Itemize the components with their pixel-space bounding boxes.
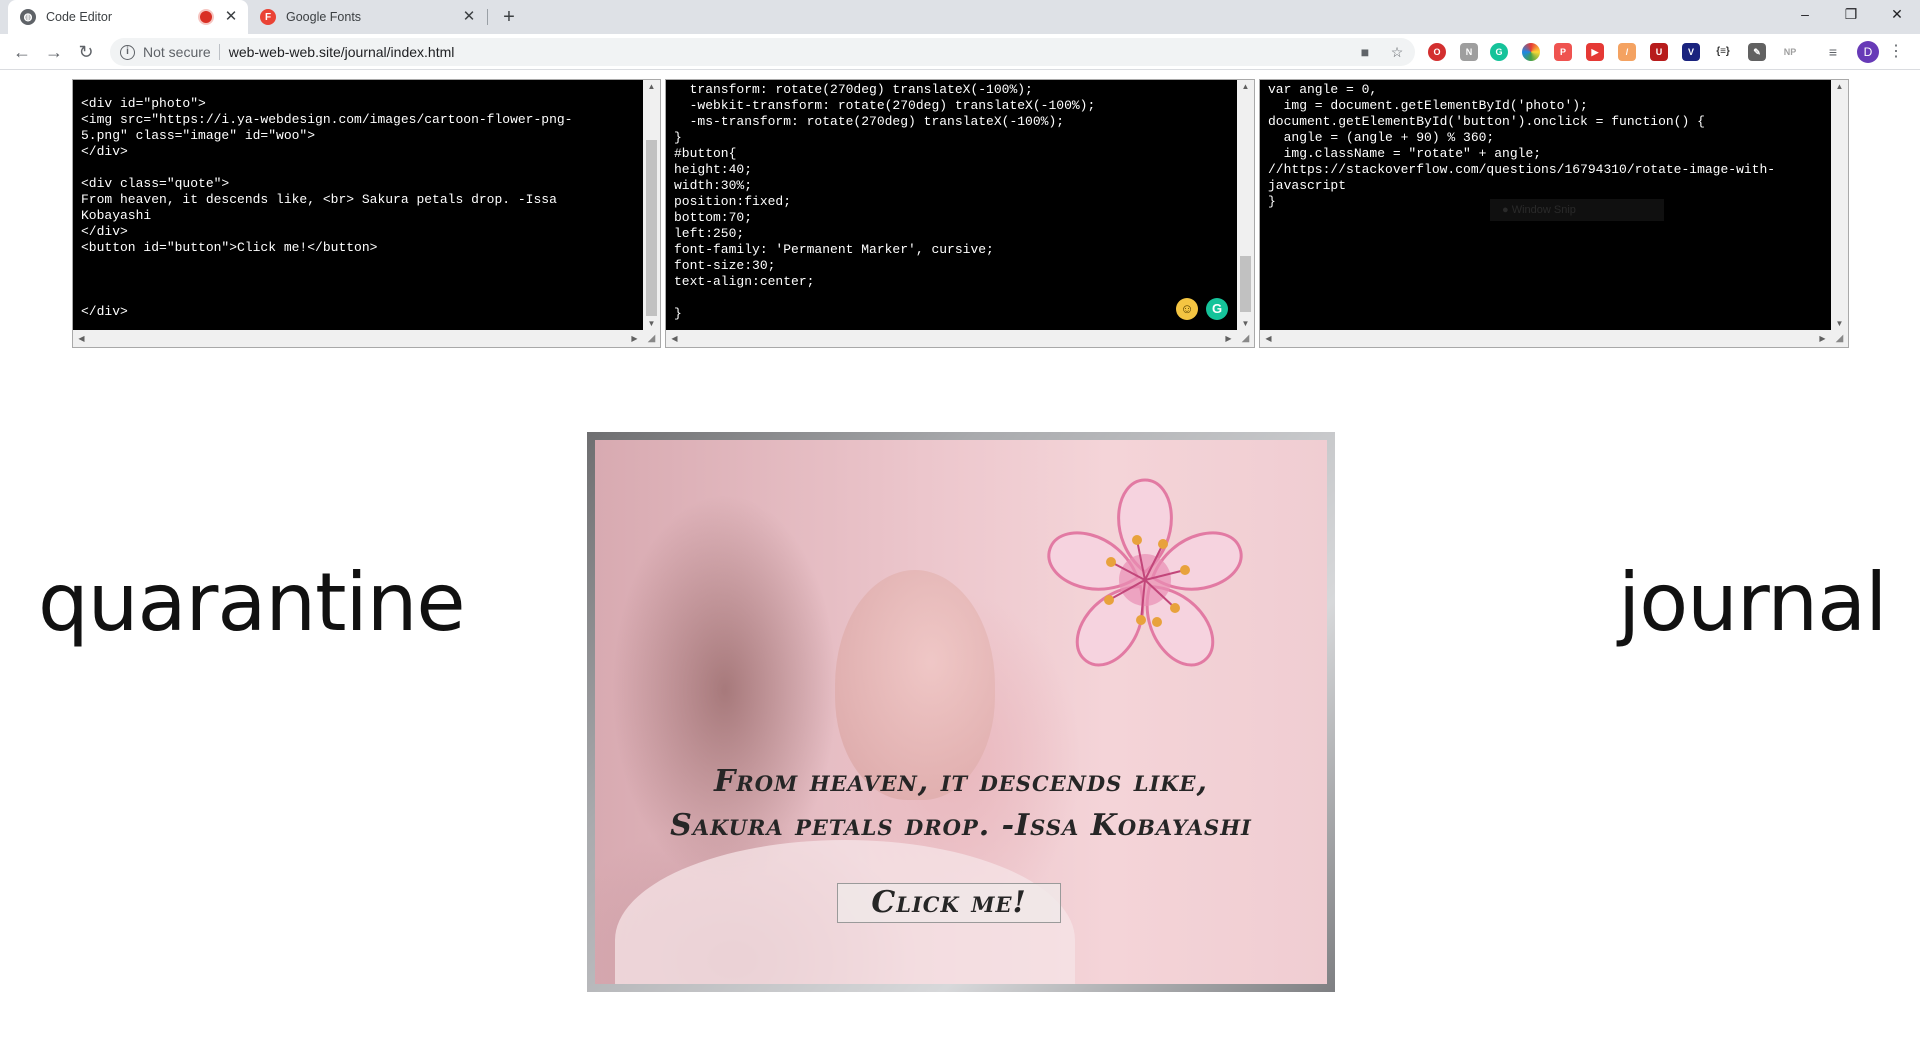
sakura-flower-icon	[1047, 478, 1243, 667]
horizontal-scrollbar[interactable]: ◀ ▶	[1260, 330, 1831, 347]
resize-grip-icon[interactable]: ◢	[1237, 330, 1254, 347]
youtube-icon[interactable]: ▶	[1586, 43, 1604, 61]
vertical-scrollbar[interactable]: ▲ ▼	[1831, 80, 1848, 330]
window-snip-label: Window Snip	[1511, 204, 1576, 216]
back-button[interactable]: ←	[8, 38, 36, 66]
scroll-right-icon[interactable]: ▶	[626, 334, 643, 343]
quote-line-1: From heaven, it descends like,	[713, 764, 1209, 799]
omnibox-divider	[218, 44, 220, 60]
close-tab-icon[interactable]: ✕	[222, 8, 240, 26]
reading-list-icon[interactable]: ≡	[1824, 43, 1842, 61]
right-heading: journal	[1618, 556, 1887, 649]
menu-icon[interactable]: ⋮	[1888, 40, 1904, 64]
scroll-thumb[interactable]	[1240, 256, 1251, 312]
recording-icon	[200, 11, 212, 23]
camera-icon[interactable]: ■	[1353, 42, 1377, 62]
url-text[interactable]: web-web-web.site/journal/index.html	[229, 44, 455, 60]
css-code-textarea[interactable]: transform: rotate(270deg) translateX(-10…	[666, 80, 1237, 330]
tab-title: Google Fonts	[286, 10, 362, 24]
tab-title: Code Editor	[46, 10, 113, 24]
window-snip-tooltip: ● Window Snip	[1490, 199, 1664, 221]
dropper-icon[interactable]: ✎	[1748, 43, 1766, 61]
html-editor-pane[interactable]: <div id="photo"> <img src="https://i.ya-…	[72, 79, 661, 348]
globe-icon: ◍	[20, 9, 36, 25]
ublock-icon[interactable]: U	[1650, 43, 1668, 61]
tab-strip: ◍ Code Editor ✕ F Google Fonts ✕ + – ❐ ✕	[0, 0, 1920, 34]
tab-google-fonts[interactable]: F Google Fonts ✕	[250, 0, 486, 34]
resize-grip-icon[interactable]: ◢	[643, 330, 660, 347]
google-fonts-favicon-icon: F	[260, 9, 276, 25]
scroll-up-icon[interactable]: ▲	[1237, 82, 1254, 91]
scroll-down-icon[interactable]: ▼	[1237, 319, 1254, 328]
reload-button[interactable]: ↻	[72, 38, 100, 66]
new-tab-button[interactable]: +	[497, 5, 521, 29]
grammarly-icon[interactable]: G	[1490, 43, 1508, 61]
scroll-left-icon[interactable]: ◀	[1260, 334, 1277, 343]
vertical-scrollbar[interactable]: ▲ ▼	[643, 80, 660, 330]
bookmark-star-icon[interactable]: ☆	[1385, 42, 1409, 62]
restore-button[interactable]: ❐	[1828, 0, 1874, 30]
html-code-textarea[interactable]: <div id="photo"> <img src="https://i.ya-…	[73, 80, 643, 330]
quote-text: From heaven, it descends like, Sakura pe…	[595, 760, 1327, 848]
close-window-button[interactable]: ✕	[1874, 0, 1920, 30]
scroll-up-icon[interactable]: ▲	[1831, 82, 1848, 91]
quote-line-2: Sakura petals drop. -Issa Kobayashi	[670, 808, 1252, 843]
emoji-face-icon[interactable]: ☺	[1176, 298, 1198, 320]
profile-avatar[interactable]: D	[1857, 41, 1879, 63]
security-label: Not secure	[143, 44, 211, 60]
scroll-right-icon[interactable]: ▶	[1220, 334, 1237, 343]
vertical-scrollbar[interactable]: ▲ ▼	[1237, 80, 1254, 330]
left-heading: quarantine	[38, 556, 466, 649]
tab-code-editor[interactable]: ◍ Code Editor ✕	[8, 0, 248, 34]
grammarly-badge-icon[interactable]: G	[1206, 298, 1228, 320]
opera-icon[interactable]: O	[1428, 43, 1446, 61]
horizontal-scrollbar[interactable]: ◀ ▶	[73, 330, 643, 347]
tab-divider	[487, 9, 488, 25]
address-bar[interactable]: i Not secure web-web-web.site/journal/in…	[110, 38, 1415, 66]
scroll-right-icon[interactable]: ▶	[1814, 334, 1831, 343]
close-tab-icon[interactable]: ✕	[460, 8, 478, 26]
np-icon[interactable]: NP	[1778, 43, 1802, 61]
scroll-up-icon[interactable]: ▲	[643, 82, 660, 91]
scroll-left-icon[interactable]: ◀	[666, 334, 683, 343]
info-icon[interactable]: i	[120, 44, 135, 60]
color-wheel-icon[interactable]	[1522, 43, 1540, 61]
css-editor-pane[interactable]: transform: rotate(270deg) translateX(-10…	[665, 79, 1255, 348]
scroll-down-icon[interactable]: ▼	[643, 319, 660, 328]
resize-grip-icon[interactable]: ◢	[1831, 330, 1848, 347]
forward-button[interactable]: →	[40, 38, 68, 66]
notion-icon[interactable]: N	[1460, 43, 1478, 61]
json-icon[interactable]: {≡}	[1714, 43, 1732, 61]
scroll-left-icon[interactable]: ◀	[73, 334, 90, 343]
scroll-down-icon[interactable]: ▼	[1831, 319, 1848, 328]
scroll-thumb[interactable]	[646, 140, 657, 316]
click-me-button[interactable]: Click me!	[837, 883, 1061, 923]
vue-devtools-icon[interactable]: V	[1682, 43, 1700, 61]
minimize-button[interactable]: –	[1782, 0, 1828, 30]
horizontal-scrollbar[interactable]: ◀ ▶	[666, 330, 1237, 347]
pdf-icon[interactable]: P	[1554, 43, 1572, 61]
brush-icon[interactable]: /	[1618, 43, 1636, 61]
